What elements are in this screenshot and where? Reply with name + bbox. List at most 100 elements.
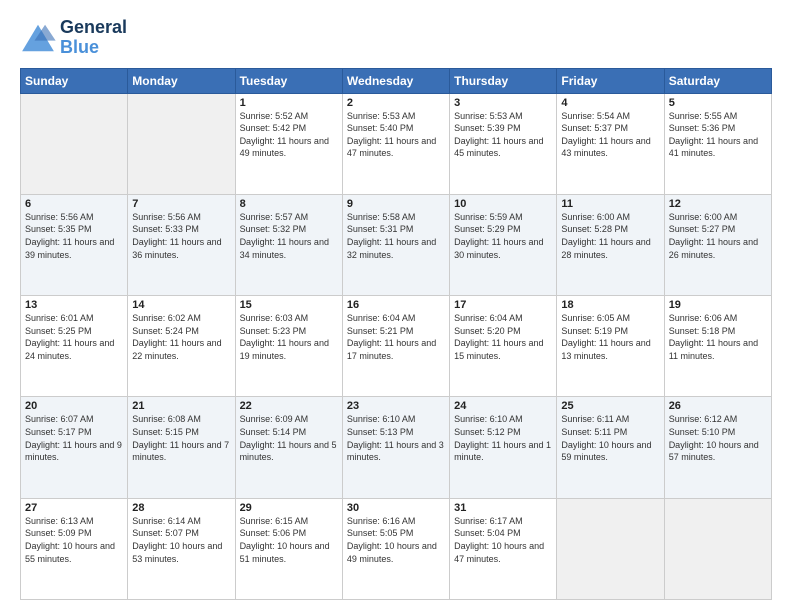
day-cell: 6Sunrise: 5:56 AM Sunset: 5:35 PM Daylig…: [21, 194, 128, 295]
day-cell: 16Sunrise: 6:04 AM Sunset: 5:21 PM Dayli…: [342, 296, 449, 397]
week-row-2: 6Sunrise: 5:56 AM Sunset: 5:35 PM Daylig…: [21, 194, 772, 295]
day-cell: [557, 498, 664, 599]
page: General Blue SundayMondayTuesdayWednesda…: [0, 0, 792, 612]
day-cell: 23Sunrise: 6:10 AM Sunset: 5:13 PM Dayli…: [342, 397, 449, 498]
day-number: 27: [25, 502, 123, 514]
day-info: Sunrise: 6:04 AM Sunset: 5:20 PM Dayligh…: [454, 312, 552, 362]
header-row: SundayMondayTuesdayWednesdayThursdayFrid…: [21, 68, 772, 93]
day-number: 19: [669, 299, 767, 311]
day-number: 2: [347, 97, 445, 109]
day-cell: [664, 498, 771, 599]
day-number: 24: [454, 400, 552, 412]
day-cell: 29Sunrise: 6:15 AM Sunset: 5:06 PM Dayli…: [235, 498, 342, 599]
day-cell: 18Sunrise: 6:05 AM Sunset: 5:19 PM Dayli…: [557, 296, 664, 397]
logo-text-general: General: [60, 18, 127, 38]
day-number: 18: [561, 299, 659, 311]
day-cell: 15Sunrise: 6:03 AM Sunset: 5:23 PM Dayli…: [235, 296, 342, 397]
day-number: 9: [347, 198, 445, 210]
day-number: 11: [561, 198, 659, 210]
day-number: 6: [25, 198, 123, 210]
day-cell: 24Sunrise: 6:10 AM Sunset: 5:12 PM Dayli…: [450, 397, 557, 498]
day-info: Sunrise: 6:00 AM Sunset: 5:27 PM Dayligh…: [669, 211, 767, 261]
logo-icon: [20, 23, 56, 53]
day-number: 8: [240, 198, 338, 210]
day-info: Sunrise: 6:07 AM Sunset: 5:17 PM Dayligh…: [25, 413, 123, 463]
day-cell: 12Sunrise: 6:00 AM Sunset: 5:27 PM Dayli…: [664, 194, 771, 295]
day-cell: 26Sunrise: 6:12 AM Sunset: 5:10 PM Dayli…: [664, 397, 771, 498]
day-number: 20: [25, 400, 123, 412]
header: General Blue: [20, 18, 772, 58]
day-cell: [21, 93, 128, 194]
day-info: Sunrise: 6:11 AM Sunset: 5:11 PM Dayligh…: [561, 413, 659, 463]
day-header-monday: Monday: [128, 68, 235, 93]
day-info: Sunrise: 6:15 AM Sunset: 5:06 PM Dayligh…: [240, 515, 338, 565]
day-info: Sunrise: 6:10 AM Sunset: 5:13 PM Dayligh…: [347, 413, 445, 463]
day-info: Sunrise: 5:55 AM Sunset: 5:36 PM Dayligh…: [669, 110, 767, 160]
day-info: Sunrise: 5:56 AM Sunset: 5:33 PM Dayligh…: [132, 211, 230, 261]
day-cell: [128, 93, 235, 194]
day-cell: 21Sunrise: 6:08 AM Sunset: 5:15 PM Dayli…: [128, 397, 235, 498]
day-cell: 2Sunrise: 5:53 AM Sunset: 5:40 PM Daylig…: [342, 93, 449, 194]
day-number: 25: [561, 400, 659, 412]
logo: General Blue: [20, 18, 127, 58]
day-cell: 4Sunrise: 5:54 AM Sunset: 5:37 PM Daylig…: [557, 93, 664, 194]
day-number: 21: [132, 400, 230, 412]
day-info: Sunrise: 6:03 AM Sunset: 5:23 PM Dayligh…: [240, 312, 338, 362]
day-cell: 17Sunrise: 6:04 AM Sunset: 5:20 PM Dayli…: [450, 296, 557, 397]
day-info: Sunrise: 5:53 AM Sunset: 5:40 PM Dayligh…: [347, 110, 445, 160]
day-number: 5: [669, 97, 767, 109]
day-number: 14: [132, 299, 230, 311]
day-info: Sunrise: 6:06 AM Sunset: 5:18 PM Dayligh…: [669, 312, 767, 362]
day-number: 26: [669, 400, 767, 412]
day-info: Sunrise: 6:02 AM Sunset: 5:24 PM Dayligh…: [132, 312, 230, 362]
day-cell: 3Sunrise: 5:53 AM Sunset: 5:39 PM Daylig…: [450, 93, 557, 194]
day-number: 29: [240, 502, 338, 514]
day-info: Sunrise: 5:54 AM Sunset: 5:37 PM Dayligh…: [561, 110, 659, 160]
day-cell: 11Sunrise: 6:00 AM Sunset: 5:28 PM Dayli…: [557, 194, 664, 295]
day-number: 15: [240, 299, 338, 311]
day-header-wednesday: Wednesday: [342, 68, 449, 93]
day-cell: 13Sunrise: 6:01 AM Sunset: 5:25 PM Dayli…: [21, 296, 128, 397]
day-info: Sunrise: 6:04 AM Sunset: 5:21 PM Dayligh…: [347, 312, 445, 362]
day-cell: 22Sunrise: 6:09 AM Sunset: 5:14 PM Dayli…: [235, 397, 342, 498]
week-row-1: 1Sunrise: 5:52 AM Sunset: 5:42 PM Daylig…: [21, 93, 772, 194]
day-cell: 14Sunrise: 6:02 AM Sunset: 5:24 PM Dayli…: [128, 296, 235, 397]
day-info: Sunrise: 5:56 AM Sunset: 5:35 PM Dayligh…: [25, 211, 123, 261]
day-cell: 5Sunrise: 5:55 AM Sunset: 5:36 PM Daylig…: [664, 93, 771, 194]
week-row-3: 13Sunrise: 6:01 AM Sunset: 5:25 PM Dayli…: [21, 296, 772, 397]
day-info: Sunrise: 5:53 AM Sunset: 5:39 PM Dayligh…: [454, 110, 552, 160]
day-cell: 30Sunrise: 6:16 AM Sunset: 5:05 PM Dayli…: [342, 498, 449, 599]
day-info: Sunrise: 6:09 AM Sunset: 5:14 PM Dayligh…: [240, 413, 338, 463]
day-header-friday: Friday: [557, 68, 664, 93]
week-row-5: 27Sunrise: 6:13 AM Sunset: 5:09 PM Dayli…: [21, 498, 772, 599]
day-info: Sunrise: 6:14 AM Sunset: 5:07 PM Dayligh…: [132, 515, 230, 565]
day-cell: 10Sunrise: 5:59 AM Sunset: 5:29 PM Dayli…: [450, 194, 557, 295]
logo-text-blue: Blue: [60, 38, 127, 58]
day-number: 17: [454, 299, 552, 311]
day-info: Sunrise: 6:12 AM Sunset: 5:10 PM Dayligh…: [669, 413, 767, 463]
day-cell: 9Sunrise: 5:58 AM Sunset: 5:31 PM Daylig…: [342, 194, 449, 295]
day-cell: 20Sunrise: 6:07 AM Sunset: 5:17 PM Dayli…: [21, 397, 128, 498]
day-info: Sunrise: 5:58 AM Sunset: 5:31 PM Dayligh…: [347, 211, 445, 261]
day-cell: 28Sunrise: 6:14 AM Sunset: 5:07 PM Dayli…: [128, 498, 235, 599]
day-info: Sunrise: 5:59 AM Sunset: 5:29 PM Dayligh…: [454, 211, 552, 261]
day-header-saturday: Saturday: [664, 68, 771, 93]
day-number: 10: [454, 198, 552, 210]
day-info: Sunrise: 6:08 AM Sunset: 5:15 PM Dayligh…: [132, 413, 230, 463]
day-info: Sunrise: 6:17 AM Sunset: 5:04 PM Dayligh…: [454, 515, 552, 565]
day-cell: 27Sunrise: 6:13 AM Sunset: 5:09 PM Dayli…: [21, 498, 128, 599]
day-cell: 25Sunrise: 6:11 AM Sunset: 5:11 PM Dayli…: [557, 397, 664, 498]
day-number: 23: [347, 400, 445, 412]
day-info: Sunrise: 6:13 AM Sunset: 5:09 PM Dayligh…: [25, 515, 123, 565]
day-header-thursday: Thursday: [450, 68, 557, 93]
day-number: 31: [454, 502, 552, 514]
day-info: Sunrise: 6:00 AM Sunset: 5:28 PM Dayligh…: [561, 211, 659, 261]
week-row-4: 20Sunrise: 6:07 AM Sunset: 5:17 PM Dayli…: [21, 397, 772, 498]
day-number: 16: [347, 299, 445, 311]
day-info: Sunrise: 5:52 AM Sunset: 5:42 PM Dayligh…: [240, 110, 338, 160]
day-number: 30: [347, 502, 445, 514]
day-cell: 19Sunrise: 6:06 AM Sunset: 5:18 PM Dayli…: [664, 296, 771, 397]
day-cell: 31Sunrise: 6:17 AM Sunset: 5:04 PM Dayli…: [450, 498, 557, 599]
day-info: Sunrise: 6:10 AM Sunset: 5:12 PM Dayligh…: [454, 413, 552, 463]
day-info: Sunrise: 5:57 AM Sunset: 5:32 PM Dayligh…: [240, 211, 338, 261]
